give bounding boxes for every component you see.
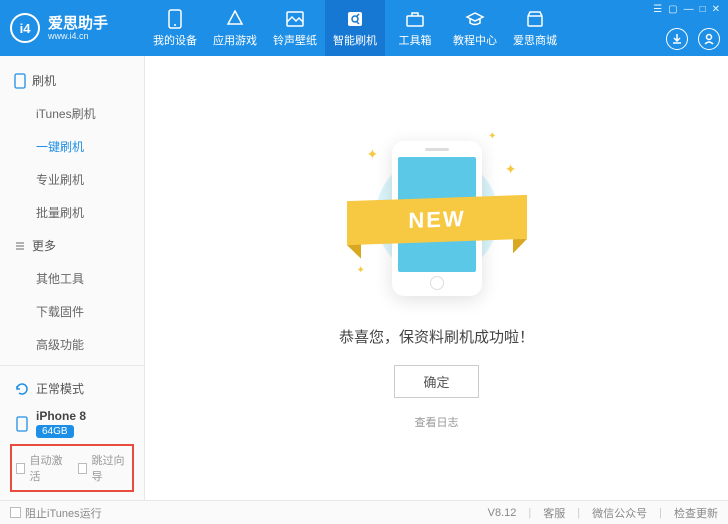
success-message: 恭喜您，保资料刷机成功啦！ — [339, 326, 534, 347]
sidebar-item-itunes-flash[interactable]: iTunes刷机 — [0, 97, 144, 130]
device-row[interactable]: iPhone 8 64GB — [10, 403, 134, 444]
sidebar-item-download-firmware[interactable]: 下载固件 — [0, 295, 144, 328]
nav-store[interactable]: 爱思商城 — [505, 0, 565, 56]
skin-icon[interactable]: ▢ — [668, 4, 677, 15]
flash-icon — [345, 9, 365, 29]
wechat-link[interactable]: 微信公众号 — [592, 505, 647, 521]
device-icon — [165, 9, 185, 29]
more-icon — [14, 240, 26, 252]
nav-my-device[interactable]: 我的设备 — [145, 0, 205, 56]
sidebar-item-batch-flash[interactable]: 批量刷机 — [0, 196, 144, 229]
store-icon — [525, 9, 545, 29]
sidebar-group-more[interactable]: 更多 — [0, 229, 144, 262]
refresh-icon — [14, 381, 30, 397]
sidebar-item-other-tools[interactable]: 其他工具 — [0, 262, 144, 295]
top-nav: 我的设备 应用游戏 铃声壁纸 智能刷机 工具箱 教程中心 爱思商城 — [145, 0, 565, 56]
wallpaper-icon — [285, 9, 305, 29]
check-update-link[interactable]: 检查更新 — [674, 505, 718, 521]
tutorial-icon — [465, 9, 485, 29]
download-button[interactable] — [666, 28, 688, 50]
sidebar-item-pro-flash[interactable]: 专业刷机 — [0, 163, 144, 196]
version-label: V8.12 — [488, 507, 517, 519]
nav-tutorials[interactable]: 教程中心 — [445, 0, 505, 56]
brand-area: i4 爱思助手 www.i4.cn — [0, 13, 145, 43]
toolbox-icon — [405, 9, 425, 29]
brand-url: www.i4.cn — [48, 31, 108, 41]
minimize-icon[interactable]: — — [684, 4, 694, 15]
nav-apps[interactable]: 应用游戏 — [205, 0, 265, 56]
storage-badge: 64GB — [36, 425, 74, 438]
support-link[interactable]: 客服 — [543, 505, 565, 521]
user-button[interactable] — [698, 28, 720, 50]
mode-row[interactable]: 正常模式 — [10, 374, 134, 403]
sidebar-item-onekey-flash[interactable]: 一键刷机 — [0, 130, 144, 163]
block-itunes-checkbox[interactable]: 阻止iTunes运行 — [10, 505, 102, 521]
new-ribbon: NEW — [347, 195, 527, 245]
mode-label: 正常模式 — [36, 380, 84, 397]
maximize-icon[interactable]: □ — [700, 4, 706, 15]
options-highlight: 自动激活 跳过向导 — [10, 444, 134, 492]
brand-name: 爱思助手 — [48, 16, 108, 31]
skip-guide-checkbox[interactable]: 跳过向导 — [78, 452, 128, 484]
device-small-icon — [14, 416, 30, 432]
device-name: iPhone 8 — [36, 409, 86, 423]
content-area: ✦ ✦ ✦ ✦ NEW 恭喜您，保资料刷机成功啦！ 确定 查看日志 — [145, 56, 728, 500]
phone-icon — [14, 73, 26, 89]
window-controls: ☰ ▢ — □ ✕ — [653, 4, 720, 15]
nav-ringtones[interactable]: 铃声壁纸 — [265, 0, 325, 56]
app-header: i4 爱思助手 www.i4.cn 我的设备 应用游戏 铃声壁纸 智能刷机 工具… — [0, 0, 728, 56]
nav-toolbox[interactable]: 工具箱 — [385, 0, 445, 56]
menu-icon[interactable]: ☰ — [653, 4, 662, 15]
logo-icon: i4 — [10, 13, 40, 43]
sidebar: 刷机 iTunes刷机 一键刷机 专业刷机 批量刷机 更多 其他工具 下载固件 … — [0, 56, 145, 500]
close-icon[interactable]: ✕ — [712, 4, 720, 15]
success-illustration: ✦ ✦ ✦ ✦ NEW — [337, 126, 537, 306]
ok-button[interactable]: 确定 — [394, 365, 478, 398]
sidebar-item-advanced[interactable]: 高级功能 — [0, 328, 144, 361]
nav-flash[interactable]: 智能刷机 — [325, 0, 385, 56]
apps-icon — [225, 9, 245, 29]
sidebar-group-flash[interactable]: 刷机 — [0, 64, 144, 97]
auto-activate-checkbox[interactable]: 自动激活 — [16, 452, 66, 484]
status-bar: 阻止iTunes运行 V8.12 | 客服 | 微信公众号 | 检查更新 — [0, 500, 728, 524]
view-log-link[interactable]: 查看日志 — [415, 414, 459, 430]
